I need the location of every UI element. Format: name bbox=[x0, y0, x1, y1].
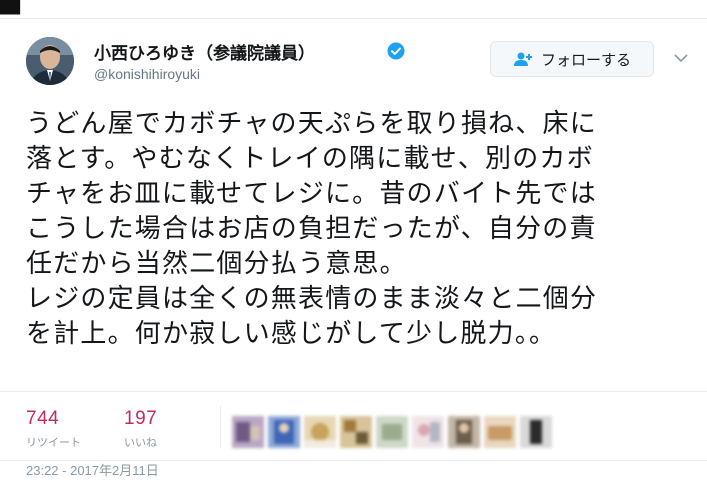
stats-divider bbox=[220, 406, 221, 448]
liker-avatar[interactable] bbox=[520, 416, 552, 448]
like-stat[interactable]: 197 いいね bbox=[124, 408, 157, 450]
avatar-portrait-icon bbox=[26, 37, 74, 85]
verified-badge-icon bbox=[387, 42, 405, 60]
user-handle[interactable]: @konishihiroyuki bbox=[94, 66, 200, 82]
tweet-stats: 744 リツイート 197 いいね bbox=[0, 391, 707, 461]
retweet-count: 744 bbox=[26, 408, 60, 429]
previous-tweet-cutoff: █ ▀ ▀ ▀▀ ▀ ▀ ▀▀ ▀▀▀ ▀ ▀▀ ▀▀ ▀▀ bbox=[0, 0, 707, 18]
avatar[interactable] bbox=[26, 37, 74, 85]
liker-avatar[interactable] bbox=[232, 416, 264, 448]
liker-avatar[interactable] bbox=[412, 416, 444, 448]
liker-avatar[interactable] bbox=[448, 416, 480, 448]
liker-avatar[interactable] bbox=[304, 416, 336, 448]
follow-button-label: フォローする bbox=[540, 50, 631, 69]
display-name[interactable]: 小西ひろゆき（参議院議員） bbox=[94, 39, 315, 64]
tweet-card: 小西ひろゆき（参議院議員） @konishihiroyuki フォローする うど… bbox=[0, 18, 707, 487]
follow-button[interactable]: フォローする bbox=[490, 41, 654, 77]
liker-avatar[interactable] bbox=[268, 416, 300, 448]
like-label: いいね bbox=[124, 436, 157, 449]
previous-tweet-text-fragment: █ ▀ ▀ ▀▀ ▀ ▀ ▀▀ ▀▀▀ ▀ ▀▀ ▀▀ ▀▀ bbox=[0, 0, 501, 15]
tweet-text: うどん屋でカボチャの天ぷらを取り損ね、床に 落とす。やむなくトレイの隅に載せ、別… bbox=[26, 109, 598, 349]
liker-avatar[interactable] bbox=[376, 416, 408, 448]
add-user-icon bbox=[513, 52, 532, 66]
liker-avatars bbox=[232, 416, 552, 448]
retweet-stat[interactable]: 744 リツイート bbox=[26, 408, 81, 450]
liker-avatar[interactable] bbox=[340, 416, 372, 448]
like-count: 197 bbox=[124, 408, 158, 429]
tweet-timestamp[interactable]: 23:22 - 2017年2月11日 bbox=[26, 460, 159, 479]
liker-avatar[interactable] bbox=[484, 416, 516, 448]
retweet-label: リツイート bbox=[26, 436, 81, 449]
chevron-down-icon[interactable] bbox=[674, 53, 688, 63]
